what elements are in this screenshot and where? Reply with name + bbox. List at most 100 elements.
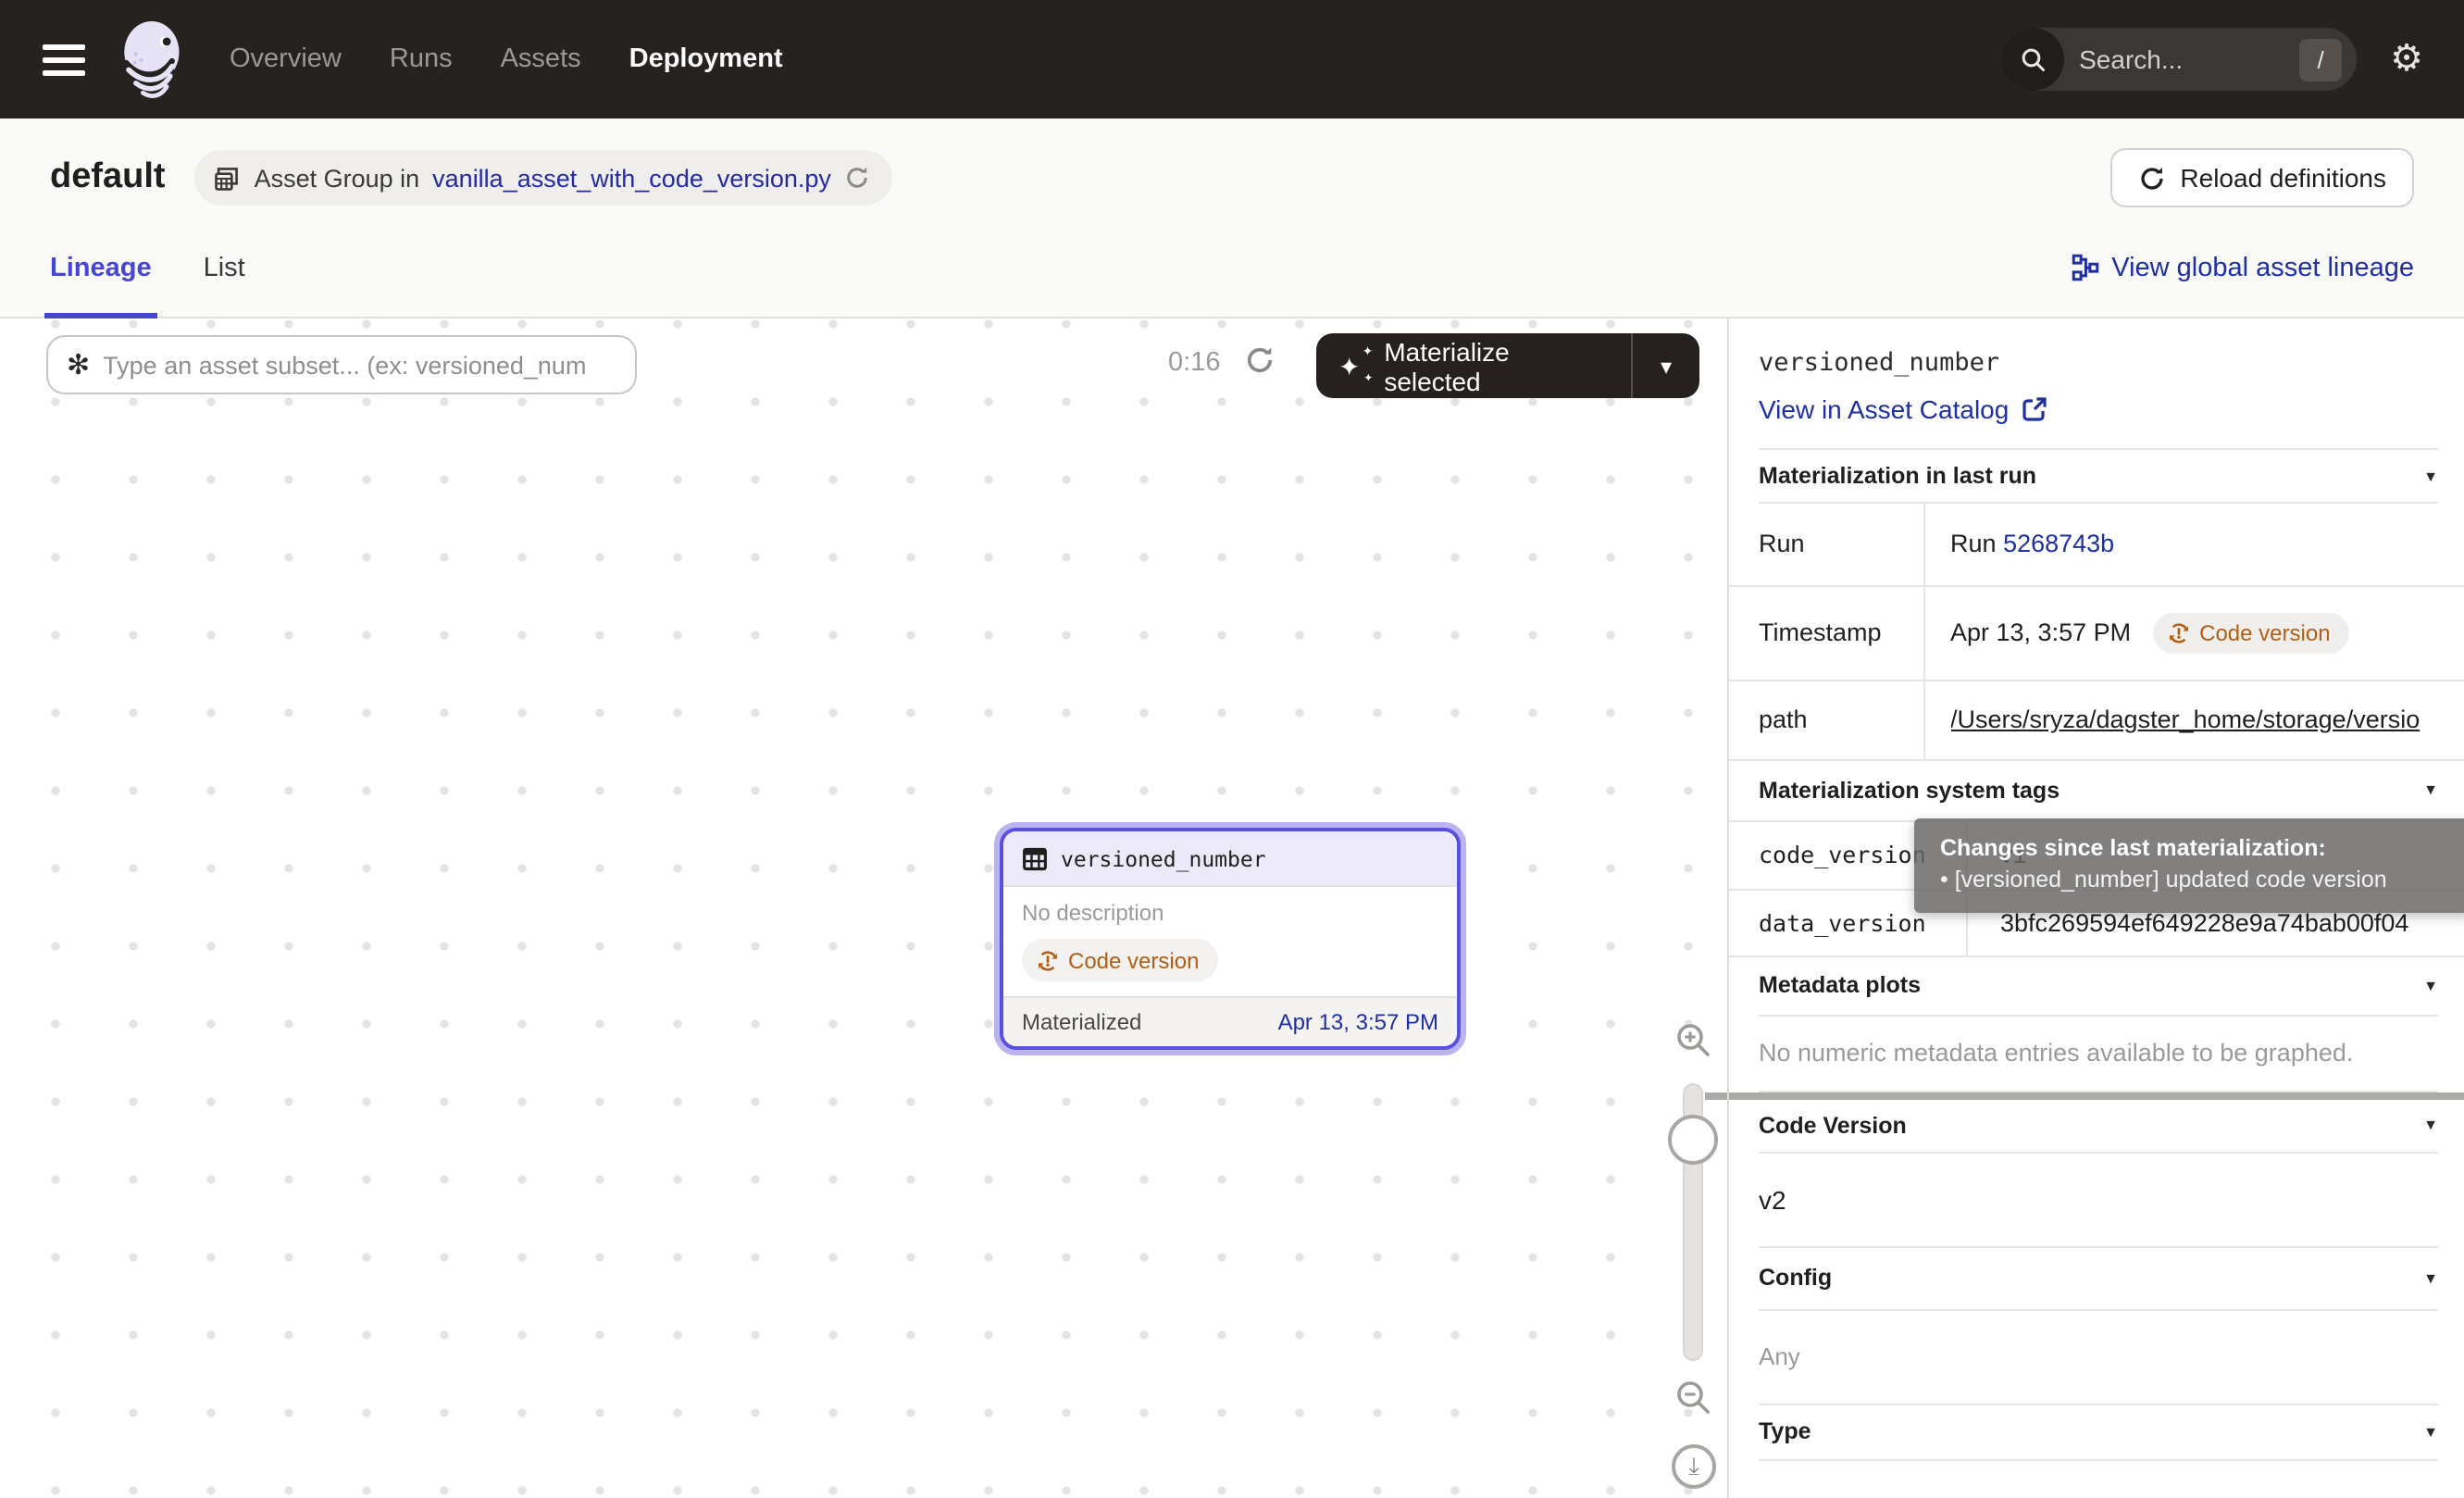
code-version-change-label: Code version: [2199, 619, 2330, 645]
run-row-label: Run: [1729, 504, 1923, 585]
sidebar-splitter[interactable]: [1729, 1092, 2464, 1099]
section-materialization-system-tags[interactable]: Materialization system tags ▼: [1759, 760, 2438, 819]
top-nav: Overview Runs Assets Deployment / ⚙: [0, 0, 2464, 119]
asset-node-description: No description: [1022, 900, 1438, 926]
table-row-timestamp: Timestamp Apr 13, 3:57 PM: [1729, 585, 2464, 680]
nav-link-deployment[interactable]: Deployment: [629, 44, 783, 74]
last-run-table: Run Run 5268743b Timestamp Apr 13, 3:57 …: [1729, 504, 2464, 760]
section-heading: Type: [1759, 1418, 1811, 1444]
section-config[interactable]: Config ▼: [1759, 1247, 2438, 1310]
nav-link-runs[interactable]: Runs: [390, 44, 453, 74]
reload-definitions-label: Reload definitions: [2180, 163, 2386, 193]
hamburger-menu-icon[interactable]: [43, 44, 85, 75]
section-heading: Materialization system tags: [1759, 777, 2060, 803]
search-shortcut-key: /: [2299, 39, 2342, 81]
sidebar-asset-name: versioned_number: [1759, 348, 2438, 378]
timestamp-row-label: Timestamp: [1729, 585, 1923, 680]
tab-lineage-label: Lineage: [50, 253, 152, 282]
materialize-selected-button[interactable]: ✦ ✦ ✦ Materialize selected ▾: [1316, 333, 1699, 398]
search-input[interactable]: [2064, 44, 2264, 74]
dagster-logo-icon[interactable]: [111, 17, 189, 102]
zoom-in-icon[interactable]: [1674, 1020, 1714, 1061]
tab-lineage[interactable]: Lineage: [50, 218, 152, 317]
page-title: default: [50, 157, 166, 198]
tooltip-item: • [versioned_number] updated code versio…: [1940, 865, 2464, 896]
zoom-slider-handle[interactable]: [1668, 1115, 1718, 1165]
metadata-plots-empty-message: No numeric metadata entries available to…: [1759, 1016, 2438, 1092]
asset-node-name: versioned_number: [1061, 845, 1266, 871]
sparkle-small-top: ✦: [1363, 345, 1374, 358]
collapse-caret-icon[interactable]: ▼: [2423, 977, 2438, 993]
asset-group-file-link[interactable]: vanilla_asset_with_code_version.py: [432, 164, 831, 192]
search-icon: [2001, 28, 2064, 91]
nav-link-overview[interactable]: Overview: [230, 44, 342, 74]
tab-list[interactable]: List: [204, 218, 245, 317]
section-materialization-in-last-run[interactable]: Materialization in last run ▼: [1759, 450, 2438, 504]
asset-node-footer: Materialized Apr 13, 3:57 PM: [1003, 996, 1457, 1046]
lineage-canvas[interactable]: ✻ 0:16 ✦ ✦ ✦ Materialize selected: [0, 318, 1727, 1498]
run-id-link[interactable]: 5268743b: [2003, 531, 2114, 558]
panel-splitter-handle[interactable]: [1705, 1092, 1727, 1100]
view-global-asset-lineage-link[interactable]: View global asset lineage: [2071, 253, 2414, 282]
view-tabs: Lineage List View global asset lineage: [0, 218, 2464, 318]
refresh-group-icon[interactable]: [844, 165, 870, 191]
section-heading: Config: [1759, 1265, 1832, 1291]
timestamp-value: Apr 13, 3:57 PM: [1950, 618, 2131, 646]
materialized-time-link[interactable]: Apr 13, 3:57 PM: [1278, 1009, 1438, 1035]
zoom-out-icon[interactable]: [1674, 1378, 1714, 1418]
asset-group-pill: Asset Group in vanilla_asset_with_code_v…: [195, 150, 892, 206]
view-global-asset-lineage-label: View global asset lineage: [2111, 253, 2414, 282]
collapse-caret-icon[interactable]: ▼: [2423, 1269, 2438, 1286]
table-row-path: path /Users/sryza/dagster_home/storage/v…: [1729, 680, 2464, 759]
materialize-main[interactable]: ✦ ✦ ✦ Materialize selected: [1316, 336, 1631, 395]
page-header: default Asset Group in vanilla_asset_wit…: [0, 119, 2464, 218]
materialized-status-label: Materialized: [1022, 1009, 1141, 1035]
external-link-icon: [2022, 396, 2047, 422]
collapse-caret-icon[interactable]: ▼: [2423, 1423, 2438, 1440]
download-icon: ⤓: [1688, 1452, 1699, 1481]
asset-subset-filter[interactable]: ✻: [46, 335, 637, 394]
refresh-graph-icon[interactable]: [1244, 344, 1276, 376]
code-version-value: v2: [1759, 1153, 2438, 1247]
changes-tooltip: Changes since last materialization: • [v…: [1914, 818, 2464, 913]
asset-node-header: versioned_number: [1003, 831, 1457, 885]
reload-icon: [2137, 164, 2165, 192]
settings-gear-icon[interactable]: ⚙: [2390, 41, 2423, 78]
asset-subset-input[interactable]: [103, 351, 616, 379]
section-type[interactable]: Type ▼: [1759, 1404, 2438, 1460]
collapse-caret-icon[interactable]: ▼: [2423, 468, 2438, 484]
materialize-label: Materialize selected: [1384, 336, 1609, 395]
code-version-badge[interactable]: Code version: [1022, 939, 1217, 981]
sparkle-icon: ✦ ✦ ✦: [1338, 349, 1369, 382]
asset-node-versioned-number[interactable]: versioned_number No description: [994, 822, 1466, 1055]
table-row-run: Run Run 5268743b: [1729, 504, 2464, 585]
run-text: Run: [1950, 531, 1997, 558]
section-heading: Materialization in last run: [1759, 463, 2036, 489]
sync-alert-icon: [1037, 949, 1059, 971]
section-code-version[interactable]: Code Version ▼: [1759, 1099, 2438, 1153]
global-search[interactable]: /: [2001, 28, 2357, 91]
content-area: ✻ 0:16 ✦ ✦ ✦ Materialize selected: [0, 318, 2464, 1498]
config-value: Any: [1759, 1310, 2438, 1404]
nav-link-assets[interactable]: Assets: [501, 44, 581, 74]
view-in-asset-catalog-link[interactable]: View in Asset Catalog: [1759, 394, 2047, 424]
dagster-app: Overview Runs Assets Deployment / ⚙ defa…: [0, 0, 2464, 1498]
collapse-caret-icon[interactable]: ▼: [2423, 1117, 2438, 1133]
view-in-asset-catalog-label: View in Asset Catalog: [1759, 394, 2009, 424]
section-heading: Code Version: [1759, 1112, 1907, 1138]
collapse-caret-icon[interactable]: ▼: [2423, 781, 2438, 798]
section-metadata-plots[interactable]: Metadata plots ▼: [1759, 956, 2438, 1016]
nav-links: Overview Runs Assets Deployment: [230, 44, 783, 74]
table-icon: [1022, 845, 1048, 871]
lineage-graph-icon: [2071, 254, 2098, 281]
reload-definitions-button[interactable]: Reload definitions: [2109, 148, 2414, 207]
download-graph-button[interactable]: ⤓: [1672, 1444, 1716, 1489]
path-link[interactable]: /Users/sryza/dagster_home/storage/versio: [1950, 705, 2464, 733]
materialize-dropdown-caret[interactable]: ▾: [1633, 353, 1699, 379]
sparkle-big: ✦: [1338, 353, 1360, 379]
tab-list-label: List: [204, 253, 245, 282]
asset-group-table-icon: [214, 164, 242, 192]
asset-filter-icon: ✻: [67, 351, 90, 379]
path-row-label: path: [1729, 680, 1923, 759]
code-version-change-badge[interactable]: Code version: [2153, 612, 2348, 653]
